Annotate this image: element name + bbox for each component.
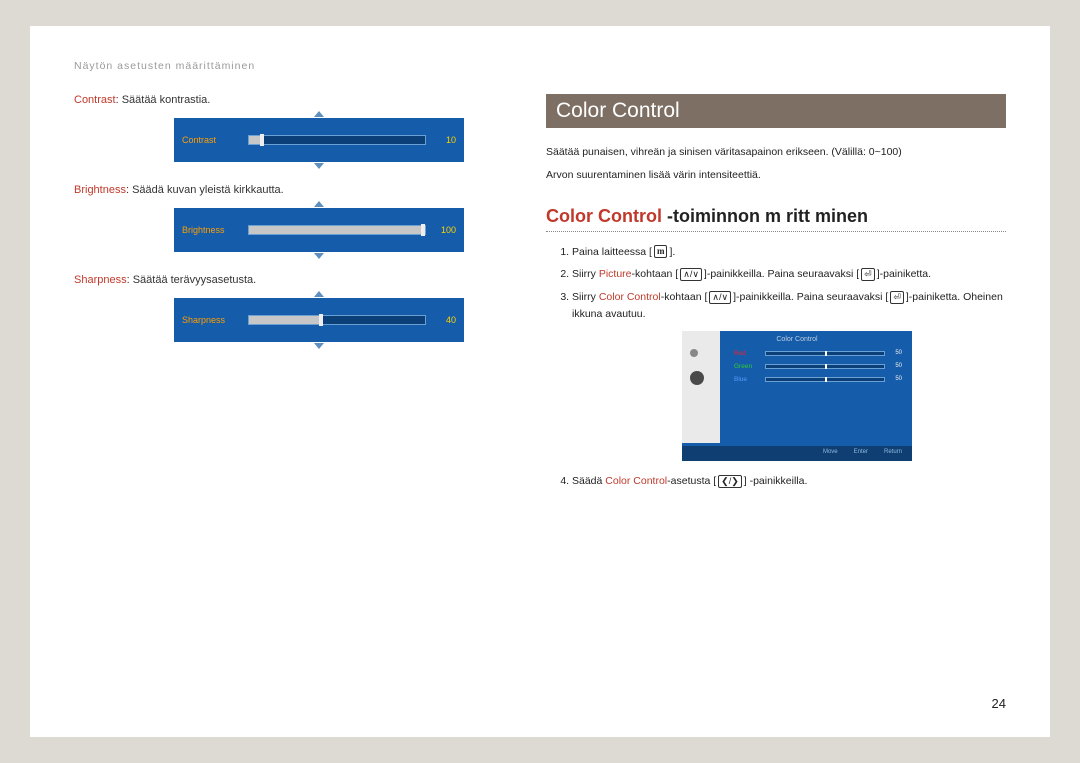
green-label: Green (734, 362, 760, 372)
blue-knob (825, 377, 827, 382)
sharpness-slider-label: Sharpness (182, 315, 242, 325)
updown-icon: ∧/∨ (709, 291, 731, 304)
foot-return: Return (884, 448, 902, 458)
left-column: Contrast: Säätää kontrastia. Contrast 10… (74, 94, 504, 496)
contrast-key: Contrast (74, 94, 116, 106)
osd-title: Color Control (776, 334, 817, 345)
red-knob (825, 351, 827, 356)
picture-hl: Picture (599, 268, 632, 280)
foot-enter: Enter (854, 448, 868, 458)
green-track (765, 364, 885, 369)
step-3: Siirry Color Control-kohtaan [∧/∨]-paini… (572, 289, 1006, 461)
osd-screenshot: Color Control Red 50 Green 50 (682, 331, 912, 461)
enter-icon: ⏎ (890, 291, 904, 304)
menu-icon: m (654, 245, 668, 258)
red-value: 50 (890, 349, 902, 359)
two-column-layout: Contrast: Säätää kontrastia. Contrast 10… (74, 94, 1006, 496)
sharpness-track (248, 315, 426, 325)
manual-page: Näytön asetusten määrittäminen Contrast:… (30, 26, 1050, 737)
brightness-key: Brightness (74, 184, 126, 196)
leftright-icon: ❮/❯ (718, 475, 742, 488)
blue-label: Blue (734, 375, 760, 385)
intro-1: Säätää punaisen, vihreän ja sinisen väri… (546, 144, 1006, 161)
contrast-knob (260, 134, 264, 146)
sharpness-desc: Sharpness: Säätää terävyysasetusta. (74, 274, 504, 286)
updown-icon: ∧/∨ (680, 268, 702, 281)
red-label: Red (734, 349, 760, 359)
sharpness-slider: Sharpness 40 (174, 298, 464, 342)
brightness-text: : Säädä kuvan yleistä kirkkautta. (126, 184, 284, 196)
brightness-fill (249, 226, 425, 234)
red-track (765, 351, 885, 356)
rgb-row-red: Red 50 (734, 349, 902, 359)
sharpness-knob (319, 314, 323, 326)
page-number: 24 (992, 696, 1006, 711)
foot-move: Move (823, 448, 838, 458)
blue-track (765, 377, 885, 382)
brightness-slider-label: Brightness (182, 225, 242, 235)
subhead-cc: Color Control (546, 206, 662, 226)
breadcrumb: Näytön asetusten määrittäminen (74, 60, 1006, 72)
osd-side (682, 331, 720, 443)
brightness-desc: Brightness: Säädä kuvan yleistä kirkkaut… (74, 184, 504, 196)
brightness-value: 100 (432, 225, 456, 235)
step-1: Paina laitteessa [m]. (572, 244, 1006, 261)
contrast-fill (249, 136, 260, 144)
sharpness-text: : Säätää terävyysasetusta. (127, 274, 257, 286)
subhead-rest: -toiminnon m ritt minen (667, 206, 868, 226)
green-knob (825, 364, 827, 369)
brightness-knob (421, 224, 425, 236)
rgb-row-green: Green 50 (734, 362, 902, 372)
intro-2: Arvon suurentaminen lisää värin intensit… (546, 167, 1006, 184)
section-title: Color Control (546, 94, 1006, 128)
brightness-slider: Brightness 100 (174, 208, 464, 252)
sharpness-key: Sharpness (74, 274, 127, 286)
right-column: Color Control Säätää punaisen, vihreän j… (546, 94, 1006, 496)
step-4: Säädä Color Control-asetusta [❮/❯] -pain… (572, 473, 1006, 490)
cc-hl-1: Color Control (599, 291, 661, 303)
enter-icon: ⏎ (861, 268, 875, 281)
rgb-row-blue: Blue 50 (734, 375, 902, 385)
green-value: 50 (890, 362, 902, 372)
step-list: Paina laitteessa [m]. Siirry Picture-koh… (546, 244, 1006, 490)
sharpness-value: 40 (432, 315, 456, 325)
step-2: Siirry Picture-kohtaan [∧/∨]-painikkeill… (572, 266, 1006, 283)
brightness-track (248, 225, 426, 235)
blue-value: 50 (890, 375, 902, 385)
sub-heading: Color Control -toiminnon m ritt minen (546, 206, 1006, 232)
sharpness-fill (249, 316, 319, 324)
contrast-desc: Contrast: Säätää kontrastia. (74, 94, 504, 106)
side-dot-2 (690, 371, 704, 385)
contrast-slider: Contrast 10 (174, 118, 464, 162)
rgb-rows: Red 50 Green 50 Blue (734, 349, 902, 388)
cc-hl-2: Color Control (605, 475, 667, 487)
contrast-slider-label: Contrast (182, 135, 242, 145)
contrast-value: 10 (432, 135, 456, 145)
contrast-track (248, 135, 426, 145)
contrast-text: : Säätää kontrastia. (116, 94, 211, 106)
osd-footer: Move Enter Return (682, 446, 912, 461)
side-dot-1 (690, 349, 698, 357)
